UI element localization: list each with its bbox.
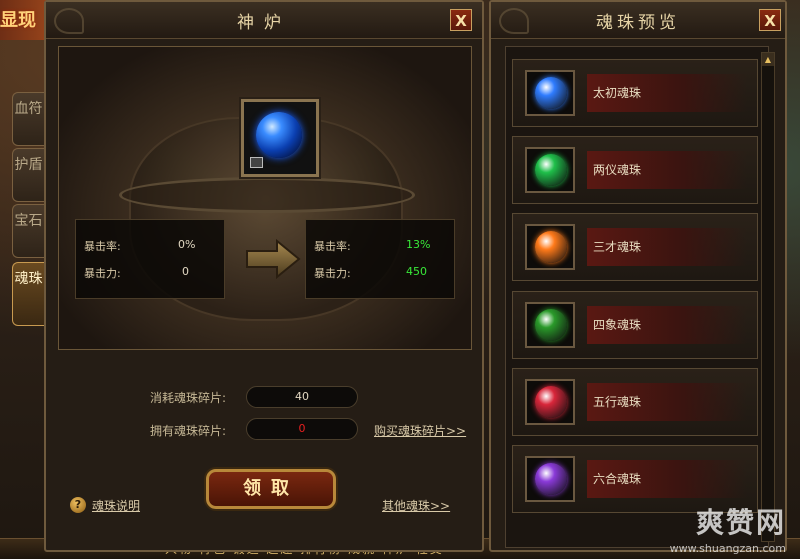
orb-name: 六合魂珠 bbox=[593, 472, 642, 486]
stat-value: 13% bbox=[406, 238, 431, 251]
stat-value: 0 bbox=[182, 265, 189, 278]
orange-orb-icon bbox=[535, 231, 567, 263]
consume-field: 40 bbox=[246, 386, 358, 408]
tab-blood-talisman[interactable]: 血符 bbox=[12, 92, 44, 146]
preview-scrollbar[interactable]: ▲ bbox=[761, 52, 775, 542]
tab-label: 护盾 bbox=[14, 157, 43, 173]
preview-title: 魂珠预览 bbox=[596, 13, 680, 33]
orb-frame bbox=[525, 456, 575, 502]
own-field: 0 bbox=[246, 418, 358, 440]
orb-slot[interactable] bbox=[241, 99, 319, 177]
orb-name: 太初魂珠 bbox=[593, 86, 642, 100]
stat-label: 暴击力: bbox=[84, 267, 121, 280]
orb-name: 四象魂珠 bbox=[593, 318, 642, 332]
fragment-section: 消耗魂珠碎片: 40 拥有魂珠碎片: 0 购买魂珠碎片>> 领取 ? 魂珠说明 … bbox=[58, 356, 470, 542]
list-item[interactable]: 三才魂珠 bbox=[512, 213, 758, 281]
watermark: 爽赞网 bbox=[695, 506, 786, 539]
consume-label: 消耗魂珠碎片: bbox=[150, 391, 227, 405]
blue-orb-icon bbox=[535, 77, 567, 109]
blue-orb-icon bbox=[256, 112, 302, 158]
cauldron-rim bbox=[119, 177, 415, 213]
dark-green-orb-icon bbox=[535, 309, 567, 341]
orb-list: 太初魂珠 两仪魂珠 三才魂珠 四象魂珠 五行魂珠 六合魂珠 bbox=[505, 46, 769, 548]
orb-frame bbox=[525, 379, 575, 425]
list-item[interactable]: 五行魂珠 bbox=[512, 368, 758, 436]
green-orb-icon bbox=[535, 154, 567, 186]
tab-label: 血符 bbox=[14, 101, 43, 117]
furnace-panel: 神炉 X 暴击率: 0% 暴击力: 0 暴击率: 13% 暴击力: 450 消耗… bbox=[44, 0, 484, 552]
orb-name: 三才魂珠 bbox=[593, 240, 642, 254]
orb-frame bbox=[525, 224, 575, 270]
tab-label: 宝石 bbox=[14, 213, 43, 229]
orb-frame bbox=[525, 70, 575, 116]
current-stats-box: 暴击率: 0% 暴击力: 0 bbox=[75, 219, 225, 299]
upgrade-arrow-icon bbox=[246, 239, 301, 279]
other-orbs-link[interactable]: 其他魂珠>> bbox=[382, 497, 450, 514]
preview-close-button[interactable]: X bbox=[759, 9, 781, 31]
stat-label: 暴击力: bbox=[314, 267, 351, 280]
furnace-close-button[interactable]: X bbox=[450, 9, 472, 31]
scroll-up-icon[interactable]: ▲ bbox=[762, 53, 774, 66]
result-stats-box: 暴击率: 13% 暴击力: 450 bbox=[305, 219, 455, 299]
help-icon[interactable]: ? bbox=[70, 497, 86, 513]
orb-name: 五行魂珠 bbox=[593, 395, 642, 409]
furnace-title-bar: 神炉 X bbox=[46, 2, 482, 39]
orb-preview-panel: 魂珠预览 X 太初魂珠 两仪魂珠 三才魂珠 四象魂珠 五行魂珠 六合魂珠 ▲ bbox=[489, 0, 787, 552]
tab-label: 魂珠 bbox=[14, 271, 43, 287]
orb-help-link[interactable]: 魂珠说明 bbox=[92, 497, 140, 514]
orb-frame bbox=[525, 147, 575, 193]
red-orb-icon bbox=[535, 386, 567, 418]
tab-shield[interactable]: 护盾 bbox=[12, 148, 44, 202]
bind-lock-icon bbox=[250, 157, 263, 168]
orb-frame bbox=[525, 302, 575, 348]
list-item[interactable]: 太初魂珠 bbox=[512, 59, 758, 127]
tab-gem[interactable]: 宝石 bbox=[12, 204, 44, 258]
purple-orb-icon bbox=[535, 463, 567, 495]
claim-button[interactable]: 领取 bbox=[206, 469, 336, 509]
own-label: 拥有魂珠碎片: bbox=[150, 424, 227, 438]
furnace-title: 神炉 bbox=[237, 13, 291, 33]
stat-label: 暴击率: bbox=[314, 240, 351, 253]
buy-fragments-link[interactable]: 购买魂珠碎片>> bbox=[374, 422, 466, 439]
list-item[interactable]: 四象魂珠 bbox=[512, 291, 758, 359]
list-item[interactable]: 两仪魂珠 bbox=[512, 136, 758, 204]
preview-title-bar: 魂珠预览 X bbox=[491, 2, 785, 39]
tab-soul-orb[interactable]: 魂珠 bbox=[12, 262, 44, 326]
stat-value: 0% bbox=[178, 238, 196, 251]
orb-name: 两仪魂珠 bbox=[593, 163, 642, 177]
stat-label: 暴击率: bbox=[84, 240, 121, 253]
background-title-fragment: 显现 bbox=[0, 10, 36, 31]
furnace-scene: 暴击率: 0% 暴击力: 0 暴击率: 13% 暴击力: 450 bbox=[58, 46, 472, 350]
watermark-url: www.shuangzan.com bbox=[669, 542, 786, 555]
stat-value: 450 bbox=[406, 265, 427, 278]
